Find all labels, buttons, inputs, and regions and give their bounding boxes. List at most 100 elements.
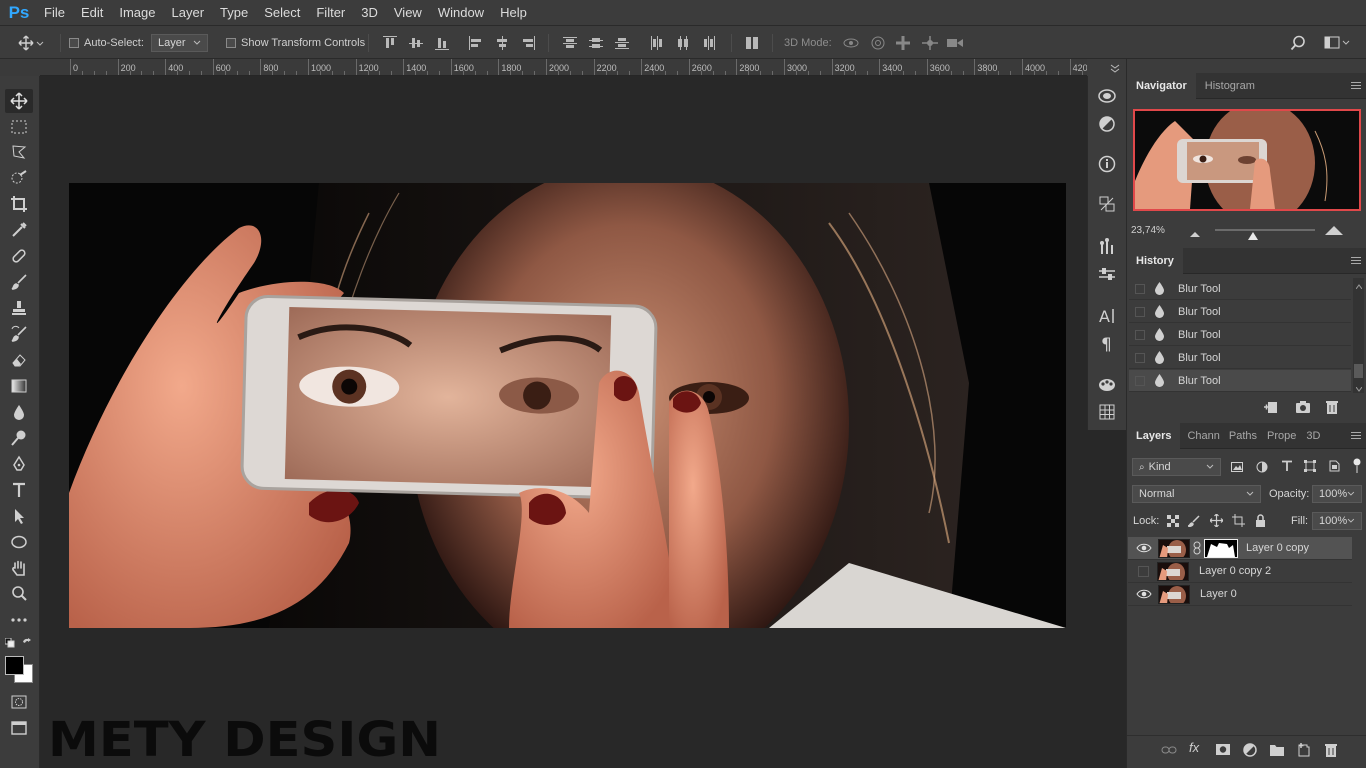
workspace-switcher-icon[interactable] (1324, 26, 1350, 59)
align-right-icon[interactable] (521, 36, 535, 50)
layer-row[interactable]: Layer 0 copy (1128, 537, 1352, 560)
align-left-icon[interactable] (469, 36, 483, 50)
tab-history[interactable]: History (1127, 248, 1183, 274)
new-layer-icon[interactable] (1296, 742, 1312, 758)
filter-type-icon[interactable] (1281, 460, 1293, 475)
foreground-color-swatch[interactable] (5, 656, 24, 675)
zoom-in-icon[interactable] (1325, 225, 1343, 235)
adjustment-layer-icon[interactable] (1242, 742, 1258, 758)
panel-menu-icon[interactable] (1351, 82, 1361, 90)
menu-image[interactable]: Image (111, 0, 163, 26)
zoom-out-icon[interactable] (1190, 228, 1200, 237)
distribute-bottom-icon[interactable] (615, 36, 629, 50)
menu-help[interactable]: Help (492, 0, 535, 26)
align-top-icon[interactable] (383, 36, 397, 50)
eye-icon[interactable] (1136, 543, 1152, 553)
snapshot-camera-icon[interactable] (1295, 399, 1311, 415)
tab-channels[interactable]: Chann (1180, 423, 1223, 449)
blur-tool-icon[interactable] (5, 400, 33, 424)
lock-artboard-icon[interactable] (1232, 514, 1245, 530)
link-layers-icon[interactable] (1161, 742, 1177, 758)
history-snapshot-box[interactable] (1135, 352, 1145, 363)
healing-brush-tool-icon[interactable] (5, 244, 33, 268)
panel-menu-icon[interactable] (1351, 432, 1361, 440)
history-snapshot-box[interactable] (1135, 375, 1145, 386)
quick-mask-icon[interactable] (5, 690, 33, 714)
move-tool-preset-icon[interactable] (18, 26, 44, 59)
swatches-icon[interactable] (1097, 374, 1117, 394)
3d-scale-icon[interactable] (946, 26, 964, 59)
history-item[interactable]: Blur Tool (1129, 278, 1351, 300)
filter-adjustment-icon[interactable] (1256, 461, 1268, 476)
distribute-vcenter-icon[interactable] (589, 36, 603, 50)
tab-navigator[interactable]: Navigator (1127, 73, 1196, 99)
screen-mode-icon[interactable] (5, 716, 33, 740)
quick-selection-tool-icon[interactable] (5, 166, 33, 190)
zoom-slider-handle[interactable] (1248, 230, 1258, 240)
3d-slide-icon[interactable] (921, 26, 939, 59)
lock-pixels-icon[interactable] (1187, 515, 1200, 530)
lock-position-icon[interactable] (1209, 513, 1224, 530)
layer-filter-dropdown[interactable]: ⌕ Kind (1132, 458, 1221, 476)
menu-window[interactable]: Window (430, 0, 492, 26)
scroll-up-icon[interactable] (1355, 280, 1363, 292)
layer-style-fx-icon[interactable]: fx (1189, 740, 1205, 756)
filter-toggle[interactable] (1353, 458, 1361, 474)
history-item[interactable]: Blur Tool (1129, 324, 1351, 346)
libraries-icon[interactable] (1097, 86, 1117, 106)
brush-presets-icon[interactable] (1097, 236, 1117, 256)
align-vcenter-icon[interactable] (409, 36, 423, 50)
layer-row[interactable]: Layer 0 copy 2 (1128, 560, 1352, 583)
lock-all-icon[interactable] (1255, 514, 1266, 530)
auto-align-icon[interactable] (745, 36, 759, 50)
layer-name[interactable]: Layer 0 copy (1246, 542, 1309, 554)
chain-link-icon[interactable] (1192, 541, 1202, 555)
distribute-right-icon[interactable] (702, 36, 716, 50)
history-brush-tool-icon[interactable] (5, 322, 33, 346)
visibility-off-box[interactable] (1138, 565, 1149, 577)
crop-tool-icon[interactable] (5, 192, 33, 216)
filter-shape-icon[interactable] (1304, 460, 1316, 475)
grid-panel-icon[interactable] (1097, 402, 1117, 422)
new-group-folder-icon[interactable] (1269, 742, 1285, 758)
menu-type[interactable]: Type (212, 0, 256, 26)
tab-3d[interactable]: 3D (1301, 423, 1325, 449)
auto-select-dropdown[interactable]: Layer (151, 33, 208, 52)
layer-name[interactable]: Layer 0 (1200, 588, 1237, 600)
layer-row[interactable]: Layer 0 (1128, 583, 1352, 606)
tab-properties[interactable]: Prope (1262, 423, 1301, 449)
menu-file[interactable]: File (36, 0, 73, 26)
type-tool-icon[interactable] (5, 478, 33, 502)
brush-tool-icon[interactable] (5, 270, 33, 294)
align-bottom-icon[interactable] (435, 36, 449, 50)
dodge-tool-icon[interactable] (5, 426, 33, 450)
fill-field[interactable]: 100% (1312, 512, 1362, 530)
history-snapshot-box[interactable] (1135, 329, 1145, 340)
clone-stamp-tool-icon[interactable] (5, 296, 33, 320)
opacity-field[interactable]: 100% (1312, 485, 1362, 503)
distribute-left-icon[interactable] (650, 36, 664, 50)
history-item-current[interactable]: Blur Tool (1129, 370, 1351, 392)
navigator-thumbnail[interactable] (1133, 109, 1361, 211)
path-selection-tool-icon[interactable] (5, 504, 33, 528)
filter-pixel-icon[interactable] (1231, 461, 1243, 476)
filter-smart-object-icon[interactable] (1328, 460, 1340, 475)
history-scrollbar[interactable] (1353, 278, 1364, 393)
align-hcenter-icon[interactable] (495, 36, 509, 50)
distribute-top-icon[interactable] (563, 36, 577, 50)
move-tool-icon[interactable] (5, 89, 33, 113)
gradient-tool-icon[interactable] (5, 374, 33, 398)
zoom-slider-track[interactable] (1215, 229, 1315, 231)
eye-icon[interactable] (1136, 589, 1152, 599)
search-icon[interactable] (1290, 26, 1306, 59)
default-colors-icon[interactable] (4, 637, 15, 648)
hand-tool-icon[interactable] (5, 556, 33, 580)
character-icon[interactable]: A (1097, 306, 1117, 326)
history-snapshot-box[interactable] (1135, 283, 1145, 294)
3d-rotate-icon[interactable] (842, 26, 860, 59)
new-document-from-state-icon[interactable] (1263, 399, 1279, 415)
3d-roll-icon[interactable] (870, 26, 886, 59)
delete-layer-trash-icon[interactable] (1323, 742, 1339, 758)
pen-tool-icon[interactable] (5, 452, 33, 476)
tab-histogram[interactable]: Histogram (1196, 73, 1264, 99)
